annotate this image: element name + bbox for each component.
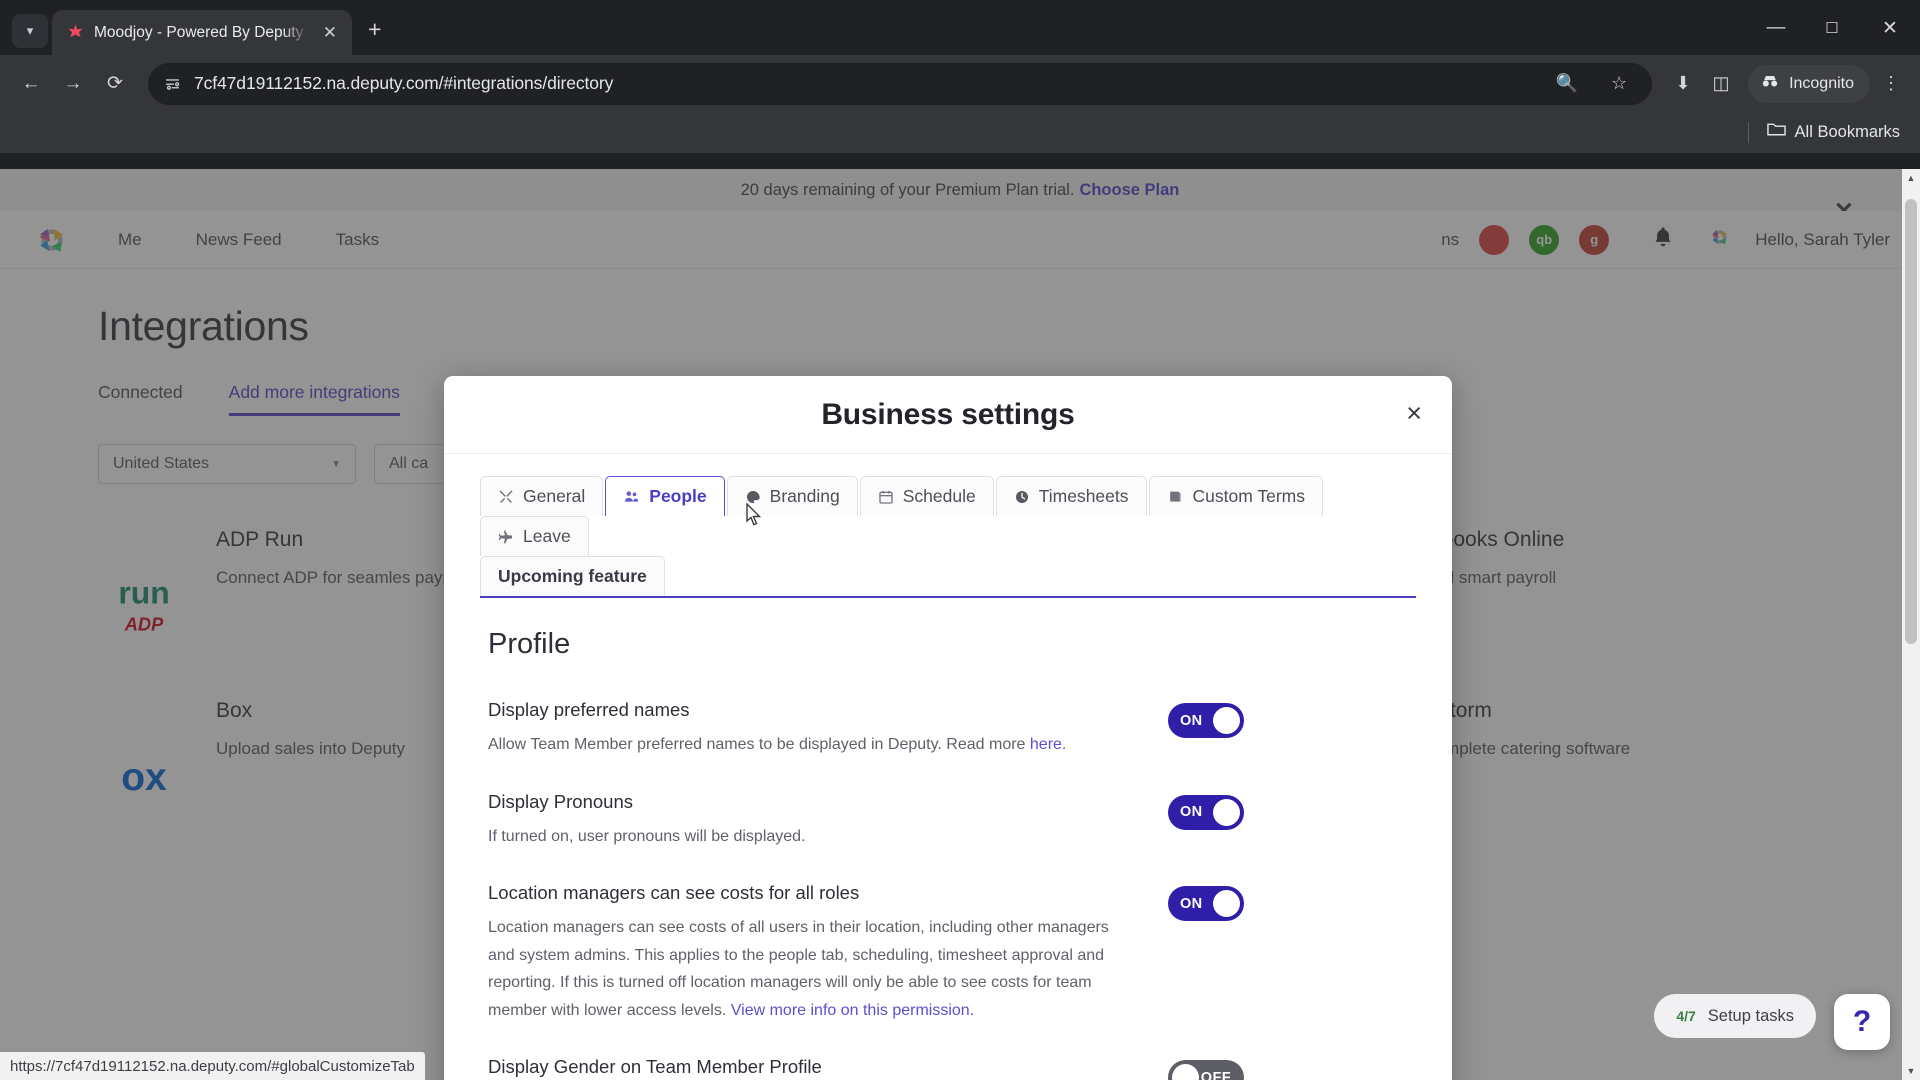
close-icon[interactable]: × — [1406, 400, 1422, 427]
reload-button[interactable]: ⟳ — [96, 65, 134, 103]
toggle-knob — [1172, 1064, 1199, 1080]
bookmark-star-icon[interactable]: ☆ — [1602, 67, 1636, 101]
all-bookmarks-label: All Bookmarks — [1794, 123, 1900, 141]
setup-tasks-label: Setup tasks — [1707, 1006, 1794, 1025]
settings-tabs: General People Branding Schedule Timeshe… — [444, 454, 1452, 596]
setting-location-managers-costs: Location managers can see costs for all … — [488, 872, 1408, 1046]
incognito-label: Incognito — [1789, 74, 1854, 92]
close-window-button[interactable]: ✕ — [1860, 9, 1920, 47]
modal-body: General People Branding Schedule Timeshe… — [444, 454, 1452, 1080]
site-info-icon[interactable] — [164, 75, 181, 92]
tab-timesheets[interactable]: Timesheets — [995, 476, 1147, 516]
tab-label: Upcoming feature — [498, 566, 647, 586]
toggle-state-label: OFF — [1200, 1069, 1231, 1080]
all-bookmarks-button[interactable]: All Bookmarks — [1766, 122, 1900, 143]
browser-toolbar: ← → ⟳ 7cf47d19112152.na.deputy.com/#inte… — [0, 55, 1920, 112]
view-more-info-link[interactable]: View more info on this permission. — [731, 1002, 974, 1019]
tab-search-button[interactable]: ▾ — [12, 14, 48, 48]
mouse-cursor — [746, 502, 762, 526]
tab-label: General — [523, 486, 586, 506]
setting-label: Display Pronouns — [488, 790, 633, 812]
setting-description-tail: . — [1061, 736, 1067, 753]
tab-label: Timesheets — [1038, 486, 1129, 506]
setting-display-gender: Display Gender on Team Member Profile If… — [488, 1046, 1408, 1080]
tab-label: Leave — [523, 526, 571, 546]
close-icon[interactable]: ✕ — [318, 22, 342, 43]
toggle-knob — [1213, 890, 1240, 918]
address-bar-url: 7cf47d19112152.na.deputy.com/#integratio… — [194, 73, 614, 93]
toggle-state-label: ON — [1180, 895, 1203, 912]
tab-schedule[interactable]: Schedule — [859, 476, 994, 516]
download-icon[interactable]: ⬇ — [1666, 67, 1700, 101]
clock-icon — [1014, 489, 1030, 505]
search-icon[interactable]: 🔍 — [1550, 67, 1584, 101]
incognito-icon — [1760, 74, 1780, 93]
modal-header: Business settings × — [444, 376, 1452, 454]
tab-label: Custom Terms — [1192, 486, 1305, 506]
read-more-link[interactable]: here — [1030, 736, 1062, 753]
settings-tabs-row: General People Branding Schedule Timeshe… — [480, 476, 1416, 596]
toggle-display-pronouns[interactable]: ON — [1168, 794, 1244, 830]
back-button[interactable]: ← — [12, 65, 50, 103]
setup-tasks-fraction: 4/7 — [1676, 1008, 1696, 1024]
tab-label: People — [649, 486, 707, 506]
tab-people[interactable]: People — [605, 476, 725, 516]
business-settings-modal: Business settings × General People Brand… — [444, 376, 1452, 1080]
tab-upcoming-feature[interactable]: Upcoming feature — [480, 556, 665, 596]
forward-button[interactable]: → — [54, 65, 92, 103]
toggle-state-label: ON — [1180, 804, 1203, 821]
toggle-location-managers-costs[interactable]: ON — [1168, 886, 1244, 922]
help-button[interactable]: ? — [1834, 994, 1890, 1050]
web-page: 20 days remaining of your Premium Plan t… — [0, 169, 1920, 1080]
setting-display-preferred-names: Display preferred names Allow Team Membe… — [488, 689, 1408, 781]
new-tab-button[interactable]: + — [352, 16, 395, 55]
section-title: Profile — [488, 628, 571, 660]
deputy-star-icon — [66, 23, 85, 42]
tab-label: Schedule — [902, 486, 976, 506]
calendar-icon — [878, 489, 894, 505]
incognito-indicator[interactable]: Incognito — [1748, 64, 1870, 103]
tab-label: Branding — [769, 486, 840, 506]
maximize-window-button[interactable]: ☐ — [1804, 9, 1860, 47]
setup-tasks-pill[interactable]: 4/7 Setup tasks — [1654, 994, 1816, 1038]
setting-label: Display Gender on Team Member Profile — [488, 1056, 822, 1078]
tab-strip: ▾ Moodjoy - Powered By Deputy ✕ + — ☐ ✕ — [0, 0, 1920, 55]
setting-label: Display preferred names — [488, 699, 690, 720]
toggle-display-gender[interactable]: OFF — [1168, 1060, 1244, 1080]
setting-description-text: Allow Team Member preferred names to be … — [488, 736, 1030, 753]
toggle-knob — [1213, 707, 1240, 734]
scroll-down-arrow-icon[interactable]: ▼ — [1902, 1062, 1920, 1080]
browser-status-bar: https://7cf47d19112152.na.deputy.com/#gl… — [0, 1052, 425, 1080]
minimize-window-button[interactable]: — — [1748, 9, 1804, 47]
setting-display-pronouns: Display Pronouns If turned on, user pron… — [488, 781, 1408, 873]
side-panel-icon[interactable]: ◫ — [1704, 67, 1738, 101]
setting-description: Location managers can see costs of all u… — [488, 914, 1128, 1024]
divider — [1747, 122, 1749, 143]
people-icon — [623, 489, 640, 505]
book-icon — [1167, 489, 1184, 505]
setting-description: Allow Team Member preferred names to be … — [488, 731, 1128, 759]
scroll-up-arrow-icon[interactable]: ▲ — [1902, 169, 1920, 187]
tab-leave[interactable]: Leave — [480, 516, 589, 556]
setting-label: Location managers can see costs for all … — [488, 882, 860, 904]
chrome-menu-icon[interactable]: ⋮ — [1874, 67, 1908, 101]
page-scrollbar[interactable]: ▲ ▼ — [1902, 169, 1920, 1080]
modal-title: Business settings — [821, 397, 1075, 431]
tab-general[interactable]: General — [480, 476, 604, 516]
tab-title: Moodjoy - Powered By Deputy — [94, 23, 304, 41]
toggle-state-label: ON — [1180, 712, 1203, 729]
scrollbar-thumb[interactable] — [1905, 199, 1917, 644]
browser-tab[interactable]: Moodjoy - Powered By Deputy ✕ — [52, 10, 352, 55]
plane-icon — [498, 529, 514, 545]
folder-icon — [1766, 122, 1786, 143]
setting-description: If turned on, user pronouns will be disp… — [488, 827, 806, 845]
browser-window: ▾ Moodjoy - Powered By Deputy ✕ + — ☐ ✕ … — [0, 0, 1920, 1080]
tab-custom-terms[interactable]: Custom Terms — [1148, 476, 1323, 516]
address-bar[interactable]: 7cf47d19112152.na.deputy.com/#integratio… — [148, 62, 1653, 105]
toggle-display-preferred-names[interactable]: ON — [1168, 703, 1244, 738]
bookmarks-bar: All Bookmarks — [0, 112, 1920, 153]
tools-icon — [498, 489, 514, 505]
toggle-knob — [1213, 798, 1240, 826]
people-settings-panel: Profile Display preferred names Allow Te… — [444, 598, 1452, 1080]
